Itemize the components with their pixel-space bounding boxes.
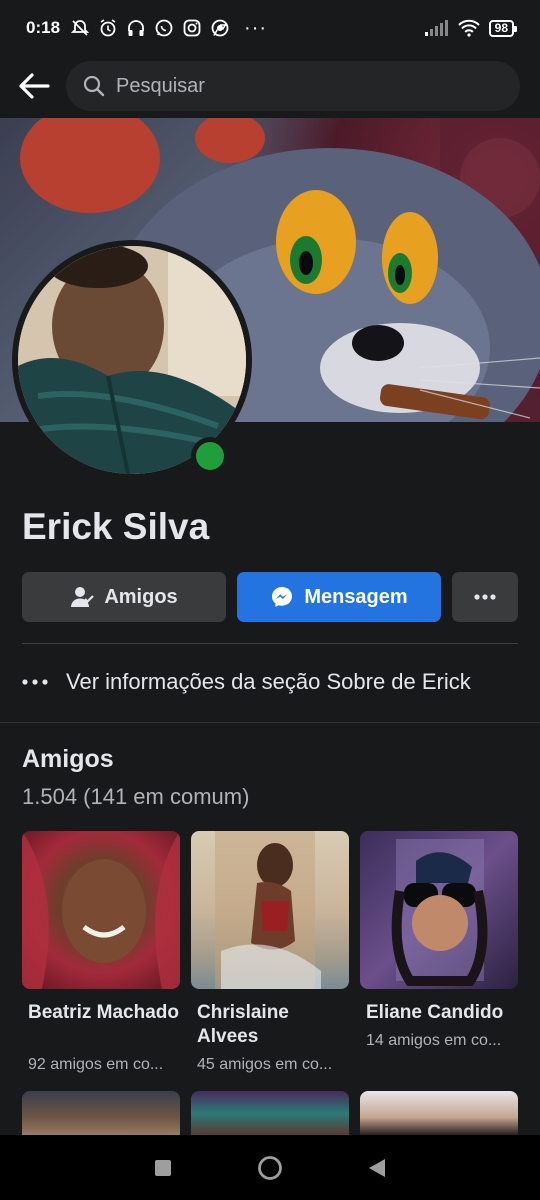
- friend-mutual-count: 45 amigos em co...: [197, 1056, 333, 1073]
- friend-mutual-count: 14 amigos em co...: [366, 1032, 502, 1049]
- back-nav-button[interactable]: [357, 1148, 397, 1188]
- status-bar: 0:18 ··· 98: [0, 0, 540, 56]
- more-notifications-icon: ···: [244, 16, 268, 39]
- friends-count: 1.504 (141 em comum): [22, 784, 250, 809]
- message-button[interactable]: Mensagem: [237, 572, 441, 622]
- friend-name: Beatriz Machado: [28, 1002, 179, 1023]
- home-circle-icon: [258, 1155, 282, 1180]
- friend-photo: [360, 1091, 518, 1135]
- section-divider: [0, 722, 540, 723]
- search-input[interactable]: Pesquisar: [66, 61, 520, 111]
- chrome-icon: [210, 18, 230, 38]
- back-arrow-icon: [19, 73, 50, 99]
- friends-grid-row-2: [22, 1091, 518, 1135]
- messenger-icon: [272, 587, 293, 607]
- friend-photo: [22, 831, 180, 989]
- alarm-icon: [98, 18, 118, 38]
- square-icon: [155, 1159, 172, 1176]
- whatsapp-icon: [154, 18, 174, 38]
- friend-card[interactable]: Eliane Candido 14 amigos em co...: [360, 831, 518, 1074]
- divider: [22, 643, 518, 644]
- battery-indicator: 98: [488, 19, 518, 37]
- friend-card[interactable]: [360, 1091, 518, 1135]
- instagram-icon: [182, 18, 202, 38]
- friend-mutual-count: 92 amigos em co...: [28, 1056, 164, 1073]
- wifi-icon: [457, 18, 481, 38]
- notifications-muted-icon: [70, 18, 90, 38]
- friends-button[interactable]: Amigos: [22, 572, 226, 622]
- more-dots-icon: [474, 594, 496, 600]
- status-time: 0:18: [26, 18, 61, 37]
- profile-actions: Amigos Mensagem: [22, 572, 518, 622]
- friend-name: Eliane Candido: [366, 1002, 504, 1023]
- online-status-indicator: [191, 437, 229, 475]
- about-section-label: Ver informações da seção Sobre de Erick: [66, 669, 471, 694]
- friend-photo: [191, 831, 349, 989]
- friend-photo: [22, 1091, 180, 1135]
- friends-check-icon: [71, 587, 95, 607]
- friend-card[interactable]: [191, 1091, 349, 1135]
- friend-card[interactable]: Beatriz Machado 92 amigos em co...: [22, 831, 180, 1074]
- message-button-label: Mensagem: [304, 585, 408, 608]
- headphones-icon: [126, 18, 146, 38]
- search-header: Pesquisar: [0, 56, 540, 116]
- friend-card[interactable]: [22, 1091, 180, 1135]
- home-button[interactable]: [250, 1148, 290, 1188]
- recents-button[interactable]: [143, 1148, 183, 1188]
- back-triangle-icon: [368, 1158, 385, 1177]
- back-button[interactable]: [16, 68, 52, 104]
- search-placeholder: Pesquisar: [116, 74, 205, 97]
- friends-grid: Beatriz Machado 92 amigos em co... Chris…: [22, 831, 518, 1074]
- about-section-link[interactable]: Ver informações da seção Sobre de Erick: [22, 660, 518, 704]
- friend-photo: [360, 831, 518, 989]
- signal-icon: [423, 18, 449, 38]
- more-dots-icon: [22, 679, 48, 685]
- friend-card[interactable]: Chrislaine Alvees 45 amigos em co...: [191, 831, 349, 1074]
- friend-name: Chrislaine Alvees: [197, 1002, 289, 1047]
- friends-section-title[interactable]: Amigos: [22, 745, 114, 774]
- more-options-button[interactable]: [452, 572, 518, 622]
- friend-photo: [191, 1091, 349, 1135]
- friends-button-label: Amigos: [104, 585, 178, 608]
- search-icon: [83, 75, 105, 97]
- system-navigation-bar: [0, 1135, 540, 1200]
- profile-name: Erick Silva: [22, 506, 210, 547]
